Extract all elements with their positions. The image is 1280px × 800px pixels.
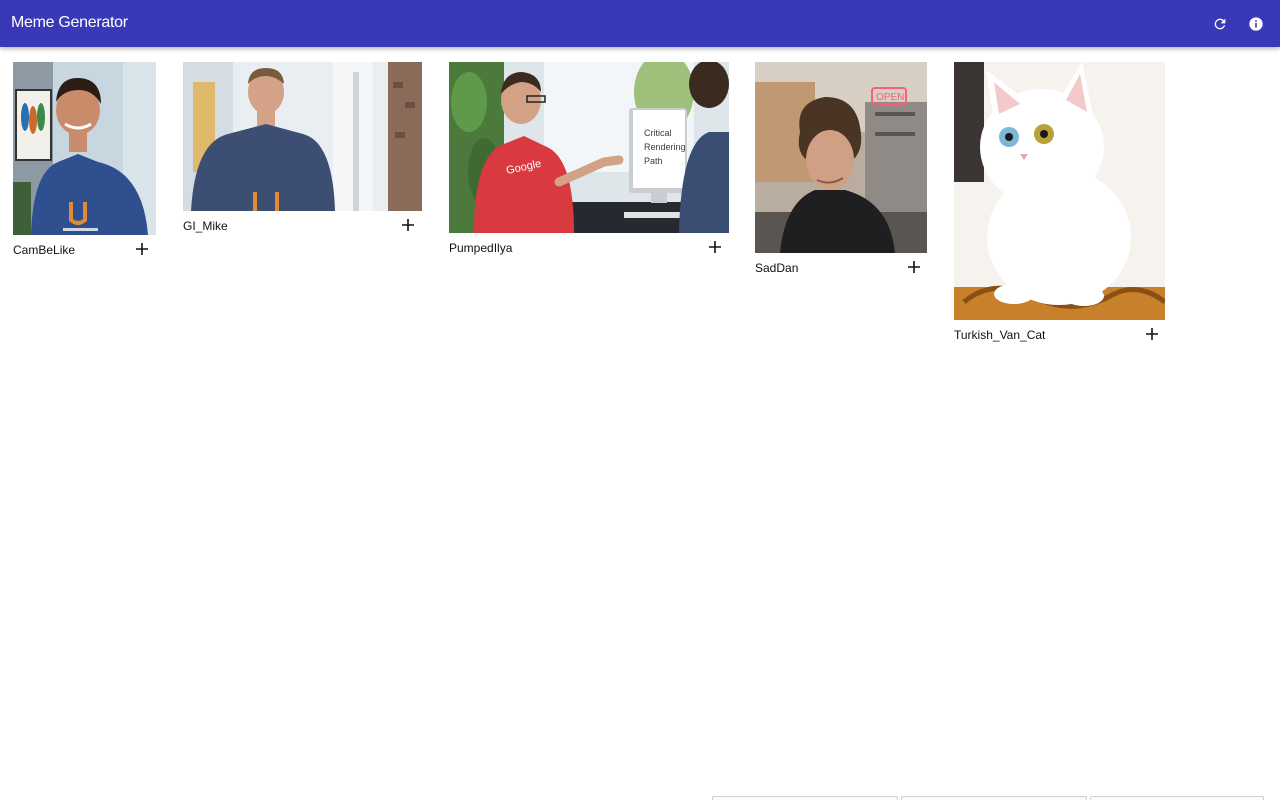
add-meme-button[interactable]	[707, 239, 723, 255]
meme-caption: SadDan	[755, 259, 927, 277]
meme-caption: GI_Mike	[183, 217, 422, 235]
bottom-panel-tab[interactable]	[712, 796, 898, 800]
plus-icon	[1146, 328, 1158, 340]
meme-name: SadDan	[755, 261, 799, 275]
meme-name: PumpedIlya	[449, 241, 513, 255]
meme-name: CamBeLike	[13, 243, 76, 257]
plus-icon	[402, 219, 414, 231]
image-text: Path	[644, 156, 663, 166]
add-meme-button[interactable]	[134, 241, 150, 257]
image-text: Rendering	[644, 142, 686, 152]
meme-name: GI_Mike	[183, 219, 228, 233]
bottom-panel-tab[interactable]	[1090, 796, 1264, 800]
meme-thumbnail[interactable]: OPEN	[755, 62, 927, 253]
meme-card[interactable]: Critical Rendering Path Google PumpedIly…	[449, 62, 729, 257]
add-meme-button[interactable]	[906, 259, 922, 275]
app-title: Meme Generator	[11, 14, 128, 31]
plus-icon	[136, 243, 148, 255]
meme-thumbnail[interactable]	[13, 62, 156, 235]
info-icon	[1249, 17, 1263, 31]
meme-card[interactable]: Turkish_Van_Cat	[954, 62, 1165, 344]
add-meme-button[interactable]	[1144, 326, 1160, 342]
bottom-panel-edges	[0, 794, 1280, 800]
meme-card[interactable]: GI_Mike	[183, 62, 422, 235]
image-text: Critical	[644, 128, 672, 138]
meme-card[interactable]: CamBeLike	[13, 62, 156, 259]
meme-caption: PumpedIlya	[449, 239, 729, 257]
plus-icon	[709, 241, 721, 253]
bottom-panel-tab[interactable]	[901, 796, 1087, 800]
meme-thumbnail[interactable]	[954, 62, 1165, 320]
refresh-icon	[1214, 18, 1226, 30]
refresh-button[interactable]	[1208, 12, 1232, 36]
plus-icon	[908, 261, 920, 273]
add-meme-button[interactable]	[400, 217, 416, 233]
app-bar: Meme Generator	[0, 0, 1280, 47]
meme-name: Turkish_Van_Cat	[954, 328, 1046, 342]
meme-thumbnail[interactable]	[183, 62, 422, 211]
meme-card[interactable]: OPEN SadDan	[755, 62, 927, 277]
meme-caption: CamBeLike	[13, 241, 156, 259]
info-button[interactable]	[1244, 12, 1268, 36]
image-text: OPEN	[876, 92, 904, 103]
meme-thumbnail[interactable]: Critical Rendering Path Google	[449, 62, 729, 233]
meme-caption: Turkish_Van_Cat	[954, 326, 1165, 344]
